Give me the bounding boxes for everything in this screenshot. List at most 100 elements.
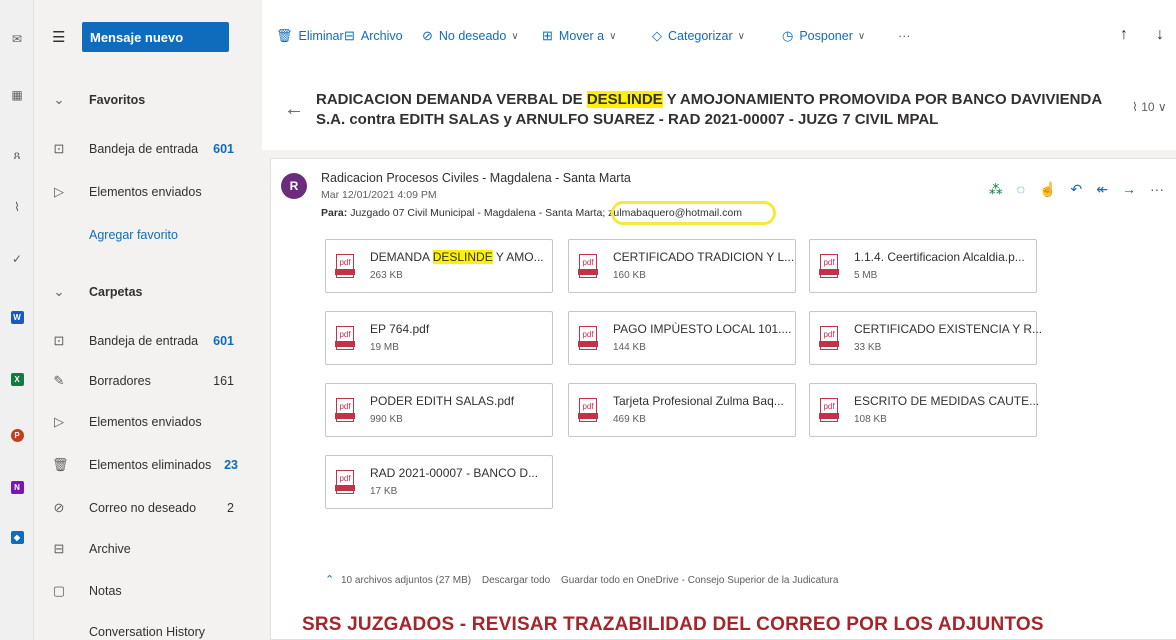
attachment-card[interactable]: pdf ESCRITO DE MEDIDAS CAUTE... 108 KB <box>809 383 1039 437</box>
folder-label: Conversation History <box>89 625 206 639</box>
subject-highlight: DESLINDE <box>586 91 663 108</box>
calendar-icon[interactable]: ▦ <box>8 86 26 104</box>
folder-label: Elementos eliminados <box>89 458 212 472</box>
folder-drafts[interactable]: ✎ Borradores 161 <box>34 370 262 392</box>
send-icon: ▷ <box>54 414 64 429</box>
to-label: Para: <box>321 207 348 219</box>
download-all-link[interactable]: Descargar todo <box>482 575 550 586</box>
junk-button[interactable]: ⊘ No deseado ∨ <box>422 28 519 44</box>
subject-header: ← RADICACION DEMANDA VERBAL DE DESLINDE … <box>262 72 1176 150</box>
attachment-name: CERTIFICADO EXISTENCIA Y R... <box>854 322 1043 336</box>
message-actions: ⁂ ◌ ☝ ↶ ↞ → ··· <box>989 181 1164 198</box>
trash-icon: 🗑 <box>276 28 293 43</box>
save-onedrive-link[interactable]: Guardar todo en OneDrive - Consejo Super… <box>561 575 838 586</box>
inbox-icon: ⊡ <box>53 333 65 348</box>
attachment-card[interactable]: pdf DEMANDA DESLINDE Y AMO... 263 KB <box>325 239 553 293</box>
excel-icon[interactable]: X <box>8 370 26 388</box>
attachment-icon[interactable]: ⌇ <box>8 198 26 216</box>
new-message-button[interactable]: Mensaje nuevo <box>82 22 229 52</box>
unread-count: 601 <box>213 334 234 348</box>
attachment-size: 469 KB <box>613 414 646 425</box>
folder-label: Archive <box>89 542 131 556</box>
folder-archive[interactable]: ⊟ Archive <box>34 538 262 560</box>
sender-name[interactable]: Radicacion Procesos Civiles - Magdalena … <box>321 171 631 185</box>
attachment-size: 17 KB <box>370 486 398 497</box>
attachment-card[interactable]: pdf EP 764.pdf 19 MB <box>325 311 553 365</box>
attachment-name: EP 764.pdf <box>370 322 430 336</box>
forward-icon[interactable]: → <box>1122 181 1136 198</box>
reading-pane: ← RADICACION DEMANDA VERBAL DE DESLINDE … <box>262 72 1176 640</box>
pdf-file-icon: pdf <box>578 254 598 278</box>
move-to-button[interactable]: ⊞ Mover a ∨ <box>542 28 616 44</box>
attachment-name: Tarjeta Profesional Zulma Baq... <box>613 394 784 408</box>
favorite-sent[interactable]: ▷ Elementos enviados <box>34 181 262 203</box>
more-icon[interactable]: ··· <box>1150 181 1164 198</box>
folder-inbox[interactable]: ⊡ Bandeja de entrada 601 <box>34 330 262 352</box>
folder-deleted[interactable]: 🗑 Elementos eliminados 23 <box>34 454 262 476</box>
attachment-size: 108 KB <box>854 414 887 425</box>
folder-label: Borradores <box>89 374 151 388</box>
unread-count: 23 <box>224 458 238 472</box>
attachment-name: PAGO IMPÙESTO LOCAL 101.... <box>613 322 792 336</box>
folder-pane: ☰ Mensaje nuevo ⌄ Favoritos ⊡ Bandeja de… <box>34 0 262 640</box>
attachment-card[interactable]: pdf CERTIFICADO EXISTENCIA Y R... 33 KB <box>809 311 1042 365</box>
add-favorite-label: Agregar favorito <box>89 228 178 242</box>
app-rail: ✉ ▦ ጸ ⌇ ✓ W X P N ◆ <box>0 0 34 640</box>
folder-label: Bandeja de entrada <box>89 142 199 156</box>
translate-icon[interactable]: ⁂ <box>989 181 1003 198</box>
folder-conversation-history[interactable]: Conversation History <box>34 621 262 640</box>
back-arrow-icon[interactable]: ← <box>284 98 304 121</box>
attachment-card[interactable]: pdf PAGO IMPÙESTO LOCAL 101.... 144 KB <box>568 311 796 365</box>
reply-icon[interactable]: ↶ <box>1071 181 1083 198</box>
mail-icon[interactable]: ✉ <box>8 30 26 48</box>
folders-header[interactable]: ⌄ Carpetas <box>34 281 262 303</box>
folder-junk[interactable]: ⊘ Correo no deseado 2 <box>34 497 262 519</box>
pdf-file-icon: pdf <box>819 326 839 350</box>
favorite-inbox[interactable]: ⊡ Bandeja de entrada 601 <box>34 138 262 160</box>
attachment-card[interactable]: pdf 1.1.4. Ceertificacion Alcaldia.p... … <box>809 239 1037 293</box>
avatar: R <box>281 173 307 199</box>
delete-button[interactable]: 🗑 Eliminar <box>276 28 344 44</box>
attachment-count[interactable]: ⌇ 10 ∨ <box>1132 100 1167 114</box>
attachment-card[interactable]: pdf CERTIFICADO TRADICION Y L... 160 KB <box>568 239 796 293</box>
chevron-up-double-icon[interactable]: ⌃ <box>325 574 334 586</box>
onedrive-icon[interactable]: ◆ <box>8 528 26 546</box>
junk-label: No deseado <box>438 29 507 43</box>
add-favorite-link[interactable]: Agregar favorito <box>34 224 262 246</box>
attachment-name: DEMANDA DESLINDE Y AMO... <box>370 250 544 264</box>
categorize-button[interactable]: ◇ Categorizar ∨ <box>652 28 745 44</box>
todo-icon[interactable]: ✓ <box>8 250 26 268</box>
folder-sent[interactable]: ▷ Elementos enviados <box>34 411 262 433</box>
trash-icon: 🗑 <box>52 457 69 472</box>
arrow-down-icon[interactable]: ↓ <box>1156 26 1164 44</box>
word-icon[interactable]: W <box>8 308 26 326</box>
immersive-reader-icon[interactable]: ◌ <box>1017 181 1025 198</box>
note-icon: ▢ <box>52 583 66 598</box>
message-date: Mar 12/01/2021 4:09 PM <box>321 189 437 201</box>
like-icon[interactable]: ☝ <box>1039 181 1056 198</box>
attachment-card[interactable]: pdf PODER EDITH SALAS.pdf 990 KB <box>325 383 553 437</box>
archive-button[interactable]: ⊟ Archivo <box>344 28 403 44</box>
more-actions-button[interactable]: ··· <box>898 28 911 44</box>
hamburger-menu-icon[interactable]: ☰ <box>52 28 65 46</box>
onenote-icon[interactable]: N <box>8 478 26 496</box>
snooze-button[interactable]: ◷ Posponer ∨ <box>782 28 865 44</box>
unread-count: 601 <box>213 142 234 156</box>
reply-all-icon[interactable]: ↞ <box>1096 181 1108 198</box>
item-count: 161 <box>213 374 234 388</box>
people-icon[interactable]: ጸ <box>8 146 26 164</box>
folder-move-icon: ⊞ <box>542 28 553 43</box>
snooze-label: Posponer <box>799 29 853 43</box>
attachment-card[interactable]: pdf RAD 2021-00007 - BANCO D... 17 KB <box>325 455 553 509</box>
favorites-header[interactable]: ⌄ Favoritos <box>34 89 262 111</box>
move-label: Mover a <box>558 29 605 43</box>
attachments-footer: ⌃ 10 archivos adjuntos (27 MB) Descargar… <box>325 573 838 586</box>
arrow-up-icon[interactable]: ↑ <box>1120 26 1128 44</box>
attachment-card[interactable]: pdf Tarjeta Profesional Zulma Baq... 469… <box>568 383 796 437</box>
folder-notes[interactable]: ▢ Notas <box>34 580 262 602</box>
powerpoint-icon[interactable]: P <box>8 426 26 444</box>
chevron-down-icon: ∨ <box>737 30 745 42</box>
message-subject: RADICACION DEMANDA VERBAL DE DESLINDE Y … <box>316 90 1116 130</box>
attachment-name: 1.1.4. Ceertificacion Alcaldia.p... <box>854 250 1025 264</box>
block-icon: ⊘ <box>53 500 65 515</box>
